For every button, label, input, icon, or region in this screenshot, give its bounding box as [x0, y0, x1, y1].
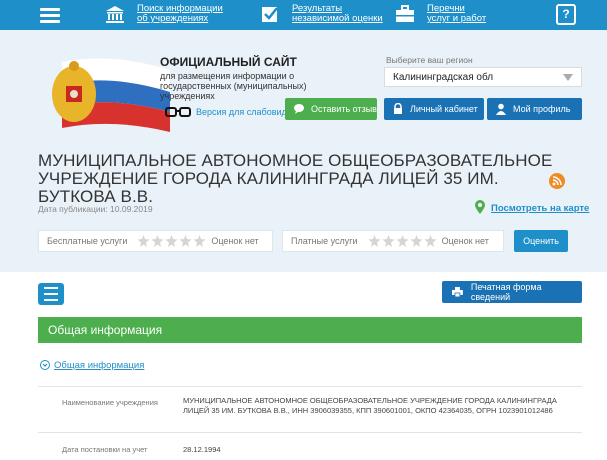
star-icon	[368, 235, 381, 247]
menu-icon[interactable]	[38, 5, 62, 25]
chevron-down-icon	[563, 74, 573, 81]
star-icon	[382, 235, 395, 247]
free-services-label: Бесплатные услуги	[47, 236, 128, 246]
star-icon	[424, 235, 437, 247]
star-icon	[137, 235, 150, 247]
region-select[interactable]: Калининградская обл	[384, 67, 582, 87]
building-icon	[106, 6, 124, 23]
info-row-name: Наименование учреждения МУНИЦИПАЛЬНОЕ АВ…	[38, 386, 582, 430]
help-icon[interactable]: ?	[556, 4, 576, 25]
top-nav: Поиск информации об учреждениях Результа…	[0, 0, 607, 30]
chat-bubble-icon	[294, 104, 304, 114]
info-key: Наименование учреждения	[62, 398, 158, 407]
rss-icon[interactable]	[549, 173, 565, 189]
paid-services-rating-value: Оценок нет	[441, 236, 489, 246]
personal-cabinet-button[interactable]: Личный кабинет	[384, 98, 484, 120]
lock-icon	[394, 103, 402, 114]
publication-date: Дата публикации: 10.09.2019	[38, 204, 153, 214]
map-pin-icon	[475, 200, 485, 214]
printer-icon	[452, 287, 463, 297]
personal-cabinet-label: Личный кабинет	[410, 104, 478, 114]
star-rating[interactable]	[368, 235, 438, 247]
general-info-toggle[interactable]: Общая информация	[54, 360, 144, 371]
free-services-rating-value: Оценок нет	[211, 236, 259, 246]
free-services-rating: Бесплатные услуги Оценок нет	[38, 230, 273, 252]
organization-title: МУНИЦИПАЛЬНОЕ АВТОНОМНОЕ ОБЩЕОБРАЗОВАТЕЛ…	[38, 151, 553, 206]
print-form-label: Печатная форма сведений	[470, 282, 542, 302]
star-icon	[193, 235, 206, 247]
nav-label: Результаты независимой оценки	[292, 3, 383, 24]
rate-button[interactable]: Оценить	[514, 230, 568, 252]
briefcase-icon	[396, 5, 414, 22]
region-label: Выберите ваш регион	[386, 55, 473, 65]
nav-services-list[interactable]: Перечни услуг и работ	[395, 4, 486, 24]
glasses-icon	[165, 107, 191, 117]
star-rating[interactable]	[137, 235, 207, 247]
star-icon	[165, 235, 178, 247]
site-title: ОФИЦИАЛЬНЫЙ САЙТ	[160, 55, 297, 69]
site-header: ОФИЦИАЛЬНЫЙ САЙТ для размещения информац…	[0, 30, 607, 272]
checkbox-icon	[262, 7, 278, 22]
nav-label: Перечни услуг и работ	[427, 3, 487, 24]
region-value: Калининградская обл	[393, 72, 494, 83]
nav-label: Поиск информации об учреждениях	[137, 3, 223, 24]
chevron-down-icon[interactable]	[40, 360, 50, 370]
site-subtitle: для размещения информации о государствен…	[160, 71, 307, 101]
user-icon	[496, 103, 506, 115]
leave-feedback-button[interactable]: Оставить отзыв	[285, 98, 377, 120]
section-menu-icon[interactable]	[38, 283, 64, 305]
info-value: 28.12.1994	[183, 445, 221, 454]
print-form-button[interactable]: Печатная форма сведений	[442, 281, 582, 303]
paid-services-rating: Платные услуги Оценок нет	[282, 230, 504, 252]
star-icon	[396, 235, 409, 247]
section-header: Общая информация	[38, 317, 582, 343]
nav-independent-evaluation[interactable]: Результаты независимой оценки	[260, 4, 383, 24]
star-icon	[179, 235, 192, 247]
coat-of-arms-flag-logo	[52, 58, 170, 132]
leave-feedback-label: Оставить отзыв	[311, 104, 377, 114]
info-key: Дата постановки на учет	[62, 445, 148, 454]
nav-search-institutions[interactable]: Поиск информации об учреждениях	[105, 4, 223, 24]
info-row-registration-date: Дата постановки на учет 28.12.1994	[38, 432, 582, 460]
star-icon	[410, 235, 423, 247]
info-value: МУНИЦИПАЛЬНОЕ АВТОНОМНОЕ ОБЩЕОБРАЗОВАТЕЛ…	[183, 396, 557, 415]
paid-services-label: Платные услуги	[291, 236, 358, 246]
view-on-map-link[interactable]: Посмотреть на карте	[491, 203, 589, 214]
my-profile-button[interactable]: Мой профиль	[487, 98, 582, 120]
star-icon	[151, 235, 164, 247]
my-profile-label: Мой профиль	[513, 104, 571, 114]
